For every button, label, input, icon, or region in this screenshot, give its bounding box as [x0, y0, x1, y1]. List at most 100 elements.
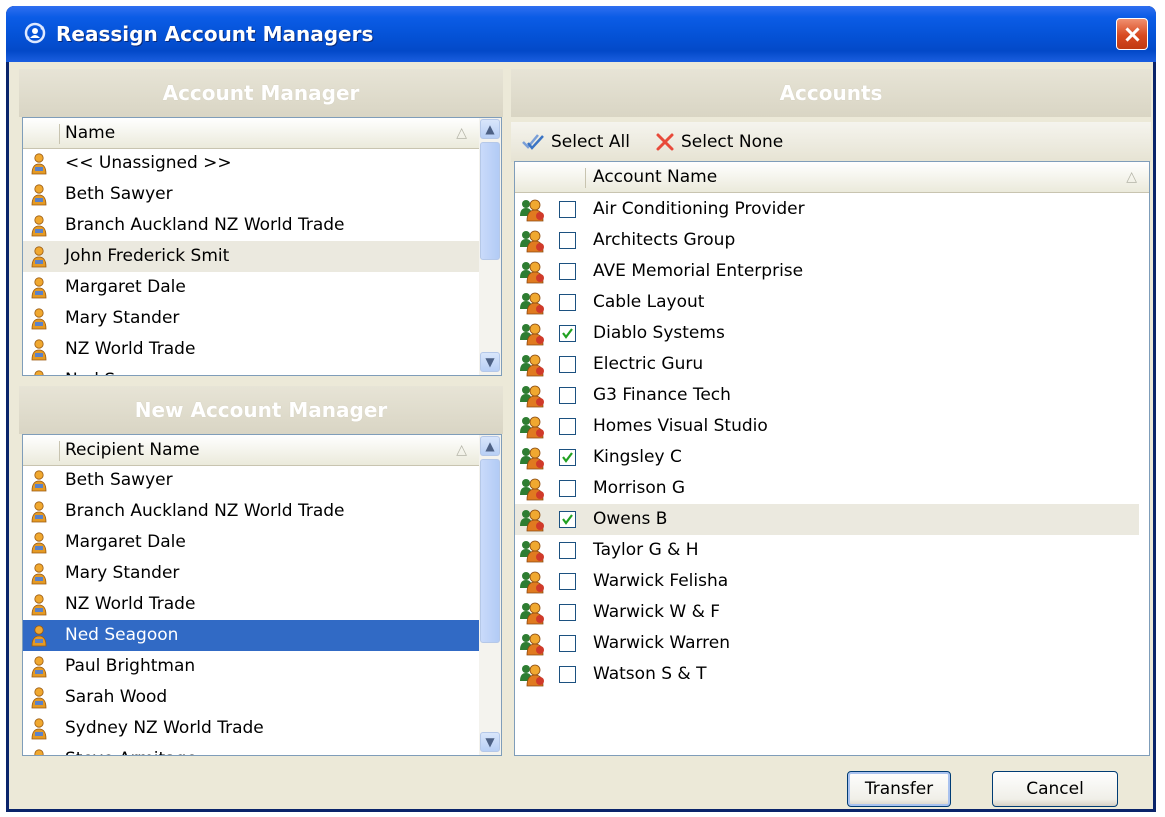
account-row[interactable]: Cable Layout [515, 287, 1139, 318]
account-manager-row[interactable]: Beth Sawyer [23, 179, 479, 210]
dialog-window: Reassign Account Managers Account Manage… [6, 6, 1156, 812]
recipient-row-label: Sarah Wood [65, 687, 168, 707]
account-checkbox[interactable] [559, 511, 576, 528]
account-checkbox[interactable] [559, 573, 576, 590]
grid-column-header[interactable]: Recipient Name △ [23, 435, 479, 466]
account-row[interactable]: AVE Memorial Enterprise [515, 256, 1139, 287]
recipient-row[interactable]: NZ World Trade [23, 589, 479, 620]
account-checkbox[interactable] [559, 387, 576, 404]
account-row[interactable]: Owens B [515, 504, 1139, 535]
account-checkbox[interactable] [559, 325, 576, 342]
person-icon [31, 470, 47, 492]
transfer-button[interactable]: Transfer [847, 771, 951, 807]
person-icon [31, 656, 47, 678]
recipient-row[interactable]: Mary Stander [23, 558, 479, 589]
account-checkbox[interactable] [559, 263, 576, 280]
account-checkbox[interactable] [559, 635, 576, 652]
account-row-label: AVE Memorial Enterprise [593, 261, 804, 281]
account-row-label: Warwick Felisha [593, 571, 729, 591]
account-row[interactable]: Air Conditioning Provider [515, 194, 1139, 225]
vertical-scrollbar[interactable]: ▲ ▼ [479, 435, 501, 755]
account-manager-row[interactable]: Mary Stander [23, 303, 479, 334]
account-row[interactable]: Warwick W & F [515, 597, 1139, 628]
account-manager-row-label: Margaret Dale [65, 277, 186, 297]
account-row[interactable]: Taylor G & H [515, 535, 1139, 566]
account-group-icon [520, 199, 544, 222]
scroll-up-icon[interactable]: ▲ [480, 436, 500, 456]
account-manager-header: Account Manager [19, 69, 503, 117]
scroll-down-icon[interactable]: ▼ [480, 732, 500, 752]
account-group-icon [520, 540, 544, 563]
recipient-row-label: Sydney NZ World Trade [65, 718, 264, 738]
account-row-label: Architects Group [593, 230, 736, 250]
close-button[interactable] [1116, 18, 1148, 50]
recipient-row-label: Mary Stander [65, 563, 180, 583]
account-manager-row[interactable]: << Unassigned >> [23, 148, 479, 179]
grid-column-header[interactable]: Name △ [23, 118, 479, 149]
recipient-row[interactable]: Beth Sawyer [23, 465, 479, 496]
account-row-label: Morrison G [593, 478, 686, 498]
account-row-label: Watson S & T [593, 664, 707, 684]
select-none-button[interactable]: Select None [655, 122, 797, 162]
grid-column-header[interactable]: Account Name △ [515, 162, 1149, 193]
recipient-row[interactable]: Sarah Wood [23, 682, 479, 713]
account-row[interactable]: Homes Visual Studio [515, 411, 1139, 442]
account-checkbox[interactable] [559, 604, 576, 621]
account-row[interactable]: Diablo Systems [515, 318, 1139, 349]
account-row[interactable]: G3 Finance Tech [515, 380, 1139, 411]
scroll-thumb[interactable] [480, 459, 500, 643]
recipient-row[interactable]: Sydney NZ World Trade [23, 713, 479, 744]
scroll-thumb[interactable] [480, 142, 500, 260]
account-checkbox[interactable] [559, 542, 576, 559]
sort-triangle-icon: △ [1126, 169, 1137, 185]
scroll-up-icon[interactable]: ▲ [480, 119, 500, 139]
account-manager-row[interactable]: Branch Auckland NZ World Trade [23, 210, 479, 241]
person-icon [31, 153, 47, 175]
account-row[interactable]: Architects Group [515, 225, 1139, 256]
account-manager-row[interactable]: Margaret Dale [23, 272, 479, 303]
window-title: Reassign Account Managers [56, 22, 374, 46]
recipient-row[interactable]: Margaret Dale [23, 527, 479, 558]
account-checkbox[interactable] [559, 294, 576, 311]
recipient-row[interactable]: Paul Brightman [23, 651, 479, 682]
account-row[interactable]: Watson S & T [515, 659, 1139, 690]
person-icon [31, 246, 47, 268]
account-checkbox[interactable] [559, 666, 576, 683]
person-icon [34, 370, 44, 375]
vertical-scrollbar[interactable]: ▲ ▼ [479, 118, 501, 375]
account-checkbox[interactable] [559, 356, 576, 373]
account-manager-row-label: Ned Seagoon [65, 365, 178, 375]
account-manager-row[interactable]: John Frederick Smit [23, 241, 479, 272]
account-row[interactable]: Kingsley C [515, 442, 1139, 473]
account-row[interactable]: Warwick Warren [515, 628, 1139, 659]
title-bar[interactable]: Reassign Account Managers [6, 6, 1156, 62]
select-all-button[interactable]: Select All [521, 122, 649, 162]
account-manager-row-label: John Frederick Smit [65, 246, 230, 266]
scroll-down-icon[interactable]: ▼ [480, 352, 500, 372]
select-none-label: Select None [681, 132, 784, 152]
account-row[interactable]: Warwick Felisha [515, 566, 1139, 597]
recipient-row[interactable]: Ned Seagoon [23, 620, 479, 651]
account-checkbox[interactable] [559, 418, 576, 435]
account-manager-row[interactable]: Ned Seagoon [23, 365, 479, 375]
cancel-button[interactable]: Cancel [992, 771, 1118, 807]
recipient-row[interactable]: Branch Auckland NZ World Trade [23, 496, 479, 527]
account-row-label: Homes Visual Studio [593, 416, 768, 436]
account-row-label: Owens B [593, 509, 668, 529]
person-icon [31, 625, 47, 647]
account-checkbox[interactable] [559, 449, 576, 466]
sort-triangle-icon: △ [456, 125, 467, 141]
account-checkbox[interactable] [559, 480, 576, 497]
account-manager-row[interactable]: NZ World Trade [23, 334, 479, 365]
account-row-label: Electric Guru [593, 354, 704, 374]
name-column-label: Name [65, 123, 116, 143]
account-row[interactable]: Electric Guru [515, 349, 1139, 380]
account-checkbox[interactable] [559, 232, 576, 249]
recipient-row-label: Steve Armitage [65, 744, 197, 755]
account-row[interactable]: Morrison G [515, 473, 1139, 504]
account-row-label: Warwick W & F [593, 602, 721, 622]
account-name-column-label: Account Name [593, 167, 718, 187]
account-group-icon [520, 478, 544, 501]
account-checkbox[interactable] [559, 201, 576, 218]
recipient-row[interactable]: Steve Armitage [23, 744, 479, 755]
